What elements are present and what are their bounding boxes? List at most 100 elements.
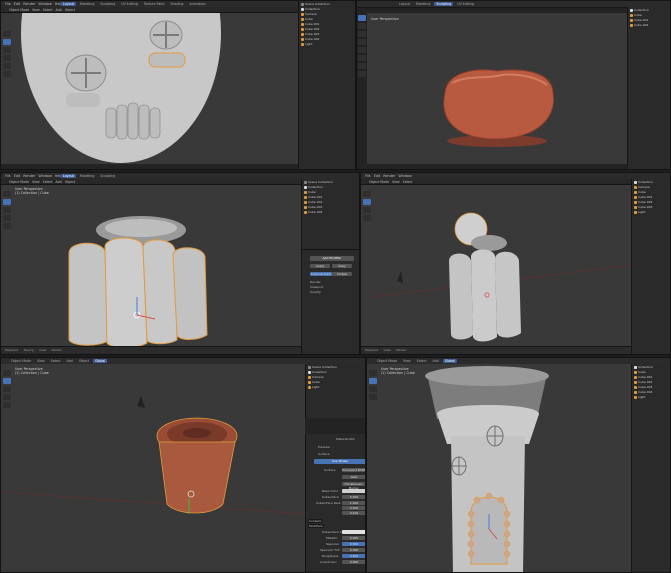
subsurface-radius-x[interactable]: 1.000 [342, 501, 365, 505]
view-menu[interactable]: View [35, 359, 47, 363]
outliner-item[interactable]: Cube [630, 13, 668, 17]
move-tool[interactable] [3, 199, 11, 205]
outliner-item[interactable]: Collection [308, 370, 365, 374]
tab-layout[interactable]: Layout [397, 2, 412, 6]
menu-window[interactable]: Window [398, 174, 411, 178]
outliner-item[interactable]: Cube [634, 190, 670, 194]
menu-render[interactable]: Render [23, 2, 35, 6]
menu-render[interactable]: Render [383, 174, 395, 178]
tab-modeling[interactable]: Modeling [78, 2, 97, 6]
select-menu[interactable]: Select [43, 180, 53, 184]
outliner-item[interactable]: Collection [630, 8, 668, 12]
annotate-tool[interactable] [3, 71, 11, 77]
outliner-item[interactable]: Cube.003 [634, 385, 670, 389]
simple-button[interactable]: Simple [332, 272, 352, 276]
move-tool[interactable] [3, 39, 11, 45]
outliner-item[interactable]: Camera [301, 12, 353, 16]
transform-tool[interactable] [3, 402, 11, 408]
outliner-item[interactable]: Collection [304, 185, 359, 189]
mode-select[interactable]: Object Mode [9, 8, 29, 12]
subsurface-field[interactable]: 0.000 [342, 495, 365, 499]
3d-viewport[interactable] [1, 1, 299, 164]
select-menu[interactable]: Select [403, 180, 413, 184]
surface-shader-select[interactable]: Principled BSDF [342, 468, 365, 472]
tab-uv-editing[interactable]: UV Editing [455, 2, 476, 6]
outliner-item[interactable]: Cube.002 [630, 23, 668, 27]
menu-window[interactable]: Window [38, 174, 51, 178]
view-menu[interactable]: View [392, 180, 400, 184]
orientation-select[interactable]: Global [442, 359, 457, 363]
outliner-item[interactable]: Cube.002 [634, 380, 670, 384]
timeline-marker[interactable]: Marker [51, 348, 61, 352]
clay-brush[interactable] [358, 23, 366, 29]
rotate-tool[interactable] [363, 207, 371, 213]
subsurface-color-swatch[interactable] [342, 530, 365, 534]
mask-brush[interactable] [358, 71, 366, 77]
specular-field[interactable]: 0.500 [342, 542, 365, 546]
scale-tool[interactable] [369, 394, 377, 400]
anisotropic-field[interactable]: 0.000 [342, 560, 365, 564]
object-menu[interactable]: Object [65, 180, 75, 184]
menu-window[interactable]: Window [38, 2, 51, 6]
tab-sculpting[interactable]: Sculpting [98, 2, 117, 6]
select-menu[interactable]: Select [415, 359, 429, 363]
3d-viewport[interactable]: User Perspective (1) Collection | Cube [367, 364, 631, 572]
rotate-tool[interactable] [369, 386, 377, 392]
timeline-playback[interactable]: Playback [365, 348, 378, 352]
outliner-item[interactable]: Cube.002 [304, 200, 359, 204]
outliner-item[interactable]: Camera [308, 375, 365, 379]
menu-file[interactable]: File [5, 2, 11, 6]
tab-modeling[interactable]: Modeling [78, 174, 97, 178]
rotate-tool[interactable] [3, 47, 11, 53]
outliner-item[interactable]: Cube.001 [301, 22, 353, 26]
specular-tint-field[interactable]: 0.000 [342, 548, 365, 552]
outliner-item[interactable]: Cube.004 [301, 37, 353, 41]
tab-texture-paint[interactable]: Texture Paint [142, 2, 167, 6]
view-menu[interactable]: View [401, 359, 413, 363]
outliner-item[interactable]: Scene Collection [308, 365, 365, 369]
grab-brush[interactable] [358, 39, 366, 45]
outliner-item[interactable]: Cube.001 [634, 375, 670, 379]
timeline-keying[interactable]: Keying [24, 348, 34, 352]
tab-modeling[interactable]: Modeling [414, 2, 433, 6]
3d-viewport[interactable] [361, 185, 632, 349]
outliner-item[interactable]: Scene Collection [304, 180, 359, 184]
scale-tool[interactable] [3, 394, 11, 400]
menu-file[interactable]: File [5, 174, 11, 178]
object-menu[interactable]: Object [77, 359, 91, 363]
menu-file[interactable]: File [365, 174, 371, 178]
select-tool[interactable] [363, 191, 371, 197]
transform-tool[interactable] [3, 63, 11, 69]
mode-select[interactable]: Object Mode [9, 359, 33, 363]
scale-tool[interactable] [3, 215, 11, 221]
menu-edit[interactable]: Edit [14, 174, 21, 178]
outliner-item[interactable]: Cube.002 [301, 27, 353, 31]
surface-section[interactable]: Surface [318, 452, 329, 456]
3d-viewport[interactable]: User Perspective (1) Collection | Cube [1, 185, 301, 349]
tab-animation[interactable]: Animation [187, 2, 207, 6]
select-menu[interactable]: Select [49, 359, 63, 363]
timeline-playback[interactable]: Playback [5, 348, 18, 352]
outliner-item[interactable]: Cube [301, 17, 353, 21]
pinch-brush[interactable] [358, 63, 366, 69]
subsurface-radius-y[interactable]: 0.200 [342, 506, 365, 510]
select-tool[interactable] [3, 191, 11, 197]
subsurface-method-select[interactable]: Christensen-Burley [342, 482, 365, 490]
select-tool[interactable] [3, 31, 11, 37]
tab-layout[interactable]: Layout [61, 2, 76, 6]
tab-layout[interactable]: Layout [61, 174, 76, 178]
apply-button[interactable]: Apply [310, 264, 330, 268]
outliner-item[interactable]: Scene Collection [301, 2, 353, 6]
outliner-item[interactable]: Cube.004 [304, 210, 359, 214]
outliner-item[interactable]: Cube.001 [634, 195, 670, 199]
view-menu[interactable]: View [32, 8, 40, 12]
scale-tool[interactable] [3, 55, 11, 61]
outliner-item[interactable]: Collection [634, 180, 670, 184]
move-tool[interactable] [369, 378, 377, 384]
object-menu[interactable]: Object [65, 8, 75, 12]
outliner-item[interactable]: Cube [634, 370, 670, 374]
tab-sculpting[interactable]: Sculpting [98, 174, 117, 178]
mode-select[interactable]: Object Mode [9, 180, 29, 184]
move-tool[interactable] [363, 199, 371, 205]
add-modifier-button[interactable]: Add Modifier [310, 256, 354, 261]
